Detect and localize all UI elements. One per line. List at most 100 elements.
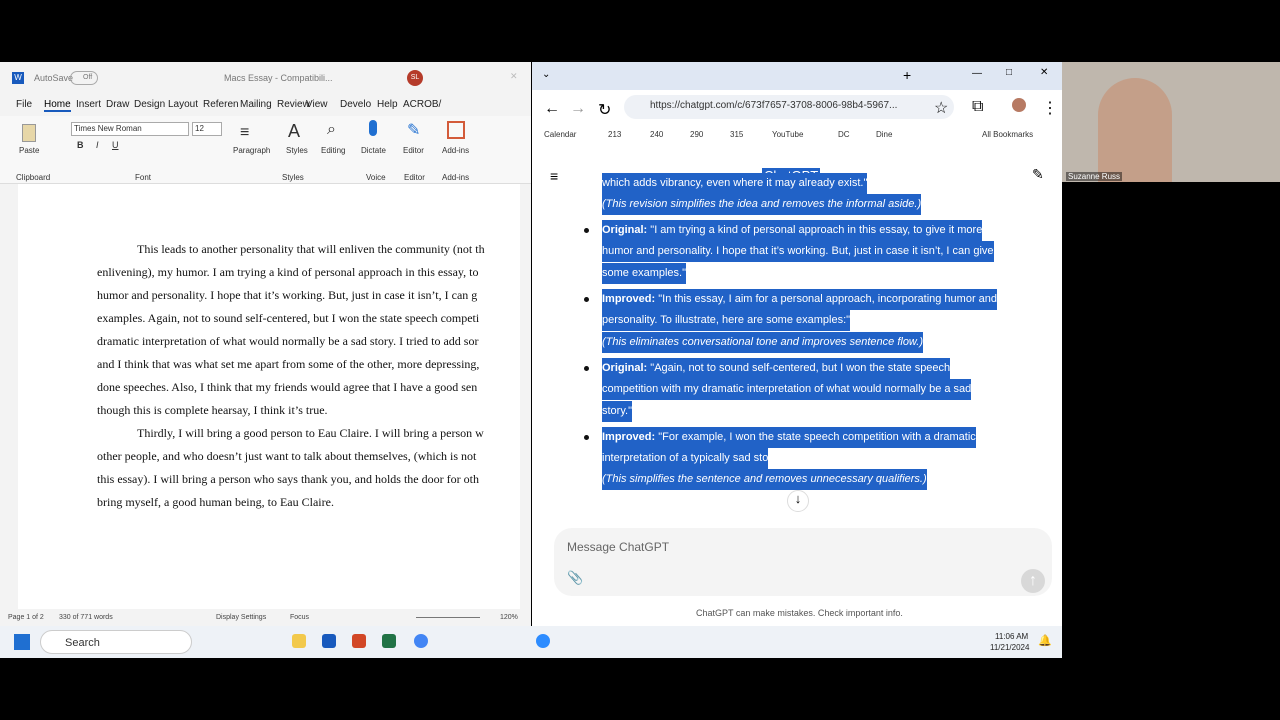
document-line: Thirdly, I will bring a good person to E… — [137, 426, 484, 440]
profile-avatar[interactable] — [1012, 98, 1026, 112]
styles-button[interactable]: Styles — [286, 146, 308, 155]
message-input[interactable]: Message ChatGPT — [567, 540, 669, 554]
editing-button[interactable]: Editing — [321, 146, 345, 155]
paragraph-button[interactable]: Paragraph — [233, 146, 270, 155]
close-icon[interactable]: ✕ — [510, 71, 518, 82]
reload-button[interactable]: ↻ — [598, 100, 611, 120]
back-button[interactable]: ← — [544, 100, 560, 118]
response-text: "Again, not to sound self-centered, but … — [647, 362, 951, 374]
document-page[interactable]: This leads to another personality that w… — [18, 184, 520, 609]
bookmarks-bar: Calendar 213 240 290 315 YouTube DC Dine All Boo… — [532, 124, 1062, 146]
message-composer: Message ChatGPT 📎 ↑ — [554, 528, 1052, 596]
underline-button[interactable]: U — [112, 140, 119, 150]
url-text[interactable]: https://chatgpt.com/c/673f7657-3708-8006… — [650, 100, 897, 111]
styles-icon[interactable]: A — [288, 121, 300, 142]
participant-name: Suzanne Russ — [1066, 172, 1123, 181]
display-settings-button[interactable]: Display Settings — [216, 614, 266, 621]
ribbon-tab-5[interactable]: Layout — [168, 99, 198, 110]
zoom-icon[interactable] — [536, 634, 550, 648]
addins-icon[interactable] — [447, 121, 465, 139]
file-explorer-icon[interactable] — [292, 634, 306, 648]
minimize-button[interactable]: — — [972, 68, 982, 79]
taskbar-search[interactable] — [40, 630, 192, 654]
ribbon-tab-2[interactable]: Insert — [76, 99, 101, 110]
document-line: enlivening), my humor. I am trying a kin… — [97, 265, 479, 279]
tab-search-icon[interactable]: ⌄ — [542, 69, 550, 80]
editor-group-label: Editor — [404, 173, 425, 182]
star-icon[interactable]: ☆ — [934, 98, 948, 118]
forward-button[interactable]: → — [570, 100, 586, 118]
chrome-icon[interactable] — [414, 634, 428, 648]
document-line: bring myself, a good human being, to Eau… — [97, 495, 334, 509]
paragraph-icon[interactable]: ≡ — [240, 124, 249, 142]
attach-icon[interactable]: 📎 — [567, 570, 583, 586]
zoom-level[interactable]: 120% — [500, 614, 518, 621]
font-name-select[interactable]: Times New Roman — [71, 122, 189, 136]
window-close-button[interactable]: ✕ — [1040, 67, 1048, 78]
bookmark-item[interactable]: Calendar — [544, 130, 576, 139]
ribbon-tab-6[interactable]: Referen — [203, 99, 239, 110]
search-icon[interactable]: ⌕ — [327, 121, 336, 139]
send-button[interactable]: ↑ — [1021, 569, 1045, 593]
ribbon: Paste Times New Roman 12 B I U ≡ Paragra… — [0, 116, 531, 184]
microphone-icon[interactable] — [369, 120, 377, 136]
italic-button[interactable]: I — [96, 140, 99, 150]
bookmark-item[interactable]: Dine — [876, 130, 892, 139]
clock-date[interactable]: 11/21/2024 — [990, 643, 1029, 652]
response-text: "For example, I won the state speech com… — [655, 431, 976, 443]
paste-icon[interactable] — [22, 124, 36, 142]
autosave-toggle[interactable]: Off — [70, 71, 98, 85]
clock-time[interactable]: 11:06 AM — [995, 632, 1028, 641]
maximize-button[interactable]: □ — [1006, 67, 1012, 78]
ribbon-tab-4[interactable]: Design — [134, 99, 165, 110]
response-line: Original: "Again, not to sound self-cent… — [602, 358, 951, 379]
response-text: competition with my dramatic interpretat… — [602, 383, 972, 395]
extensions-icon[interactable]: ⧉ — [972, 98, 983, 116]
response-label: Original: — [602, 224, 648, 236]
ribbon-tab-11[interactable]: Help — [377, 99, 398, 110]
bookmark-item[interactable]: 290 — [690, 130, 703, 139]
editor-icon[interactable]: ✎ — [407, 120, 420, 140]
response-text: (This simplifies the sentence and remove… — [602, 473, 927, 485]
ribbon-tab-7[interactable]: Mailing — [240, 99, 272, 110]
excel-icon[interactable] — [382, 634, 396, 648]
document-line: dramatic interpretation of what would no… — [97, 334, 479, 348]
word-taskbar-icon[interactable] — [322, 634, 336, 648]
menu-icon[interactable]: ⋮ — [1042, 98, 1058, 118]
bookmark-item[interactable]: 240 — [650, 130, 663, 139]
start-icon[interactable] — [14, 634, 30, 650]
toolbar: ← → ↻ https://chatgpt.com/c/673f7657-370… — [532, 90, 1062, 124]
paste-button[interactable]: Paste — [19, 146, 39, 155]
bookmark-item[interactable]: 213 — [608, 130, 621, 139]
bold-button[interactable]: B — [77, 140, 84, 150]
zoom-slider[interactable] — [416, 617, 480, 618]
user-avatar[interactable]: SL — [407, 70, 423, 86]
all-bookmarks-button[interactable]: All Bookmarks — [982, 130, 1033, 139]
response-line: personality. To illustrate, here are som… — [602, 310, 851, 331]
ribbon-tab-8[interactable]: Review — [277, 99, 310, 110]
editor-button[interactable]: Editor — [403, 146, 424, 155]
notification-icon[interactable]: 🔔 — [1038, 634, 1052, 647]
word-count[interactable]: 330 of 771 words — [59, 614, 113, 621]
word-titlebar: W AutoSave Off Macs Essay - Compatibili.… — [0, 62, 531, 94]
focus-button[interactable]: Focus — [290, 614, 309, 621]
scroll-down-button[interactable]: ↓ — [787, 490, 809, 512]
ribbon-tab-1[interactable]: Home — [44, 99, 71, 112]
voice-group-label: Voice — [366, 173, 386, 182]
bookmark-item[interactable]: 315 — [730, 130, 743, 139]
font-size-select[interactable]: 12 — [192, 122, 222, 136]
ribbon-tab-12[interactable]: ACROB/ — [403, 99, 441, 110]
ribbon-tab-3[interactable]: Draw — [106, 99, 129, 110]
styles-group-label: Styles — [282, 173, 304, 182]
ribbon-tab-10[interactable]: Develo — [340, 99, 371, 110]
new-tab-button[interactable]: + — [903, 67, 911, 83]
bookmark-item[interactable]: DC — [838, 130, 850, 139]
ribbon-tab-0[interactable]: File — [16, 99, 32, 110]
document-line: other people, and who doesn’t just want … — [97, 449, 477, 463]
addins-button[interactable]: Add-ins — [442, 146, 469, 155]
ribbon-tab-9[interactable]: View — [306, 99, 328, 110]
clipboard-group-label: Clipboard — [16, 173, 51, 182]
bookmark-item[interactable]: YouTube — [772, 130, 803, 139]
powerpoint-icon[interactable] — [352, 634, 366, 648]
dictate-button[interactable]: Dictate — [361, 146, 386, 155]
